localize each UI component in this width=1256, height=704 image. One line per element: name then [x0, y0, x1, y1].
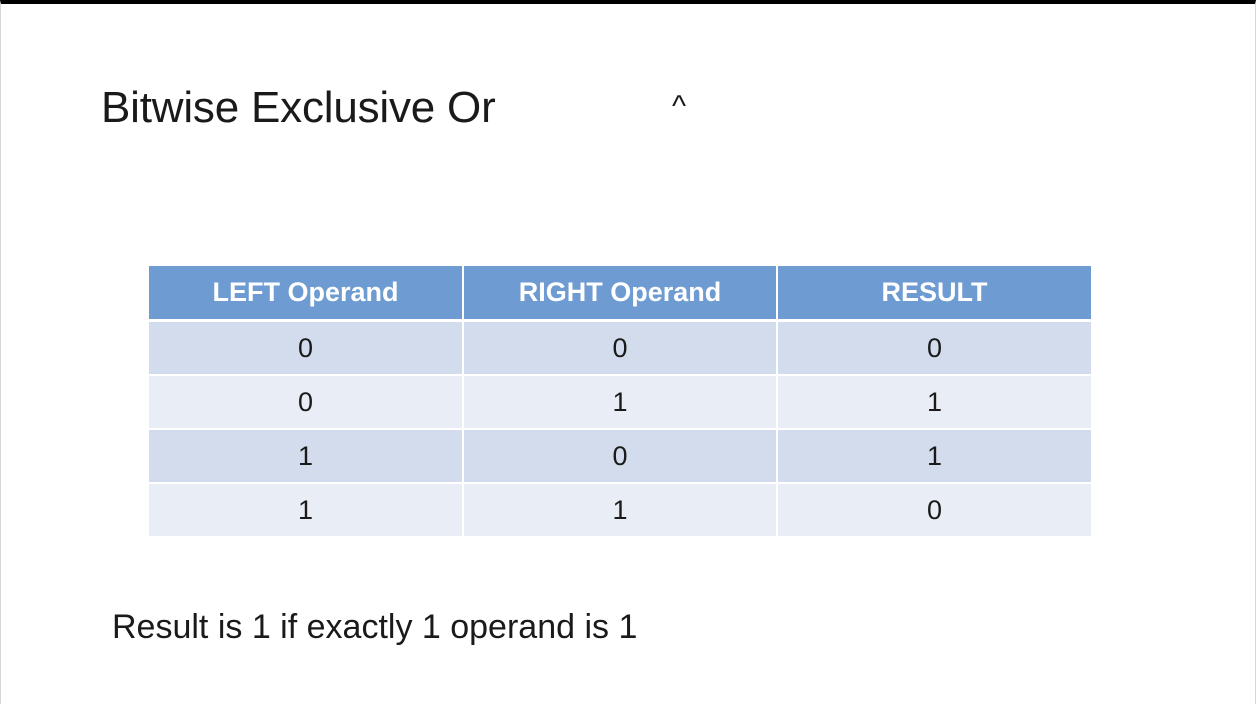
- cell-right-operand: 1: [463, 375, 778, 430]
- cell-right-operand: 0: [463, 429, 778, 484]
- header-result: RESULT: [777, 266, 1091, 322]
- table-row: 1 1 0: [149, 483, 1091, 538]
- header-left-operand: LEFT Operand: [149, 266, 464, 322]
- slide: Bitwise Exclusive Or ^ LEFT Operand RIGH…: [0, 0, 1256, 704]
- cell-right-operand: 1: [463, 483, 778, 538]
- result-rule-note: Result is 1 if exactly 1 operand is 1: [112, 608, 638, 646]
- table-row: 1 0 1: [149, 429, 1091, 484]
- header-right-operand: RIGHT Operand: [463, 266, 778, 322]
- cell-left-operand: 0: [149, 375, 464, 430]
- truth-table: LEFT Operand RIGHT Operand RESULT 0 0 0 …: [149, 266, 1091, 538]
- cell-result: 0: [777, 320, 1091, 376]
- table-row: 0 0 0: [149, 320, 1091, 376]
- table-row: 0 1 1: [149, 375, 1091, 430]
- xor-operator-symbol: ^: [672, 90, 687, 123]
- table-header-row: LEFT Operand RIGHT Operand RESULT: [149, 266, 1091, 322]
- cell-result: 1: [777, 429, 1091, 484]
- cell-right-operand: 0: [463, 320, 778, 376]
- cell-left-operand: 1: [149, 483, 464, 538]
- cell-left-operand: 0: [149, 320, 464, 376]
- cell-result: 1: [777, 375, 1091, 430]
- cell-left-operand: 1: [149, 429, 464, 484]
- cell-result: 0: [777, 483, 1091, 538]
- slide-title: Bitwise Exclusive Or: [101, 83, 496, 132]
